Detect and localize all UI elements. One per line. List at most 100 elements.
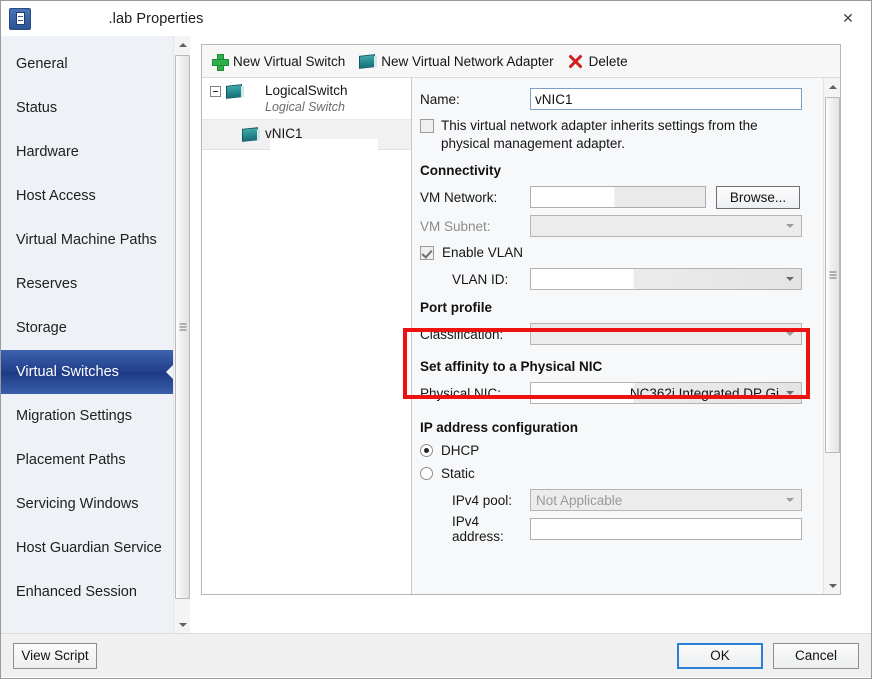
sidebar-item-migration-settings[interactable]: Migration Settings [1,394,174,438]
page-title: .lab Properties [108,10,204,27]
static-radio[interactable] [420,467,433,480]
sidebar-item-virtual-switches[interactable]: Virtual Switches [1,350,175,394]
physical-nic-label: Physical NIC: [420,385,502,401]
ipv4-pool-select[interactable]: Not Applicable [530,489,802,511]
new-virtual-switch-label: New Virtual Switch [233,53,346,69]
sidebar-item-label: Host Access [16,188,96,204]
affinity-header: Set affinity to a Physical NIC [420,359,603,374]
sidebar-item-hardware[interactable]: Hardware [1,130,174,174]
ipv4-address-input[interactable] [530,518,802,540]
enable-vlan-checkbox[interactable] [420,246,434,260]
sidebar-item-label: Enhanced Session [16,584,137,600]
vlan-id-select[interactable] [530,268,802,290]
scroll-down-icon[interactable] [824,577,840,594]
sidebar-item-label: Host Guardian Service [16,540,162,556]
ipv4-pool-value: Not Applicable [536,492,623,508]
properties-window: .lab Properties ✕ General Status Hardwar… [0,0,872,679]
sidebar-item-servicing-windows[interactable]: Servicing Windows [1,482,174,526]
switch-name: LogicalSwitch [265,83,348,98]
virtual-switches-panel: New Virtual Switch New Virtual Network A… [201,44,841,595]
plus-icon [212,53,229,71]
form-scrollbar[interactable] [823,78,840,594]
form-scroll-thumb[interactable] [825,97,840,453]
switch-icon [226,84,242,99]
classification-label: Classification: [420,326,504,342]
sidebar-item-placement-paths[interactable]: Placement Paths [1,438,174,482]
dialog-body: General Status Hardware Host Access Virt… [1,36,871,633]
enable-vlan-row: Enable VLAN [420,244,840,260]
vm-subnet-label: VM Subnet: [420,218,491,234]
sidebar-item-label: Hardware [16,144,79,160]
vm-network-input[interactable] [530,186,706,208]
panel-body: LogicalSwitch Logical Switch vNIC1 Name:… [202,78,840,594]
sidebar-nav-list: General Status Hardware Host Access Virt… [1,36,175,614]
sidebar-item-label: Migration Settings [16,408,133,424]
sidebar-scroll-thumb[interactable] [175,55,190,599]
vm-subnet-select[interactable] [530,215,802,237]
collapse-icon[interactable] [210,86,221,97]
dialog-footer: View Script OK Cancel [1,633,871,677]
connectivity-header: Connectivity [420,163,502,178]
view-script-button[interactable]: View Script [13,642,97,669]
name-input[interactable] [530,88,802,110]
switch-type: Logical Switch [265,100,345,114]
sidebar-item-reserves[interactable]: Reserves [1,262,174,306]
inherit-settings-label: This virtual network adapter inherits se… [441,118,758,151]
name-label: Name: [420,91,460,107]
scroll-up-icon[interactable] [174,36,190,53]
cancel-button[interactable]: Cancel [773,642,859,669]
content-area: New Virtual Switch New Virtual Network A… [191,36,871,633]
sidebar-item-general[interactable]: General [1,42,174,86]
name-row: Name: [420,88,840,110]
browse-button[interactable]: Browse... [716,185,800,209]
classification-select[interactable] [530,323,802,345]
sidebar-item-label: Servicing Windows [16,496,139,512]
new-virtual-switch-button[interactable]: New Virtual Switch [210,52,351,71]
vlan-id-label: VLAN ID: [452,271,509,287]
sidebar-item-label: Status [16,100,58,116]
delete-label: Delete [588,53,628,69]
scroll-up-icon[interactable] [824,78,840,95]
sidebar-item-status[interactable]: Status [1,86,174,130]
physical-nic-select[interactable]: NC362i Integrated DP Gi [530,382,802,404]
sidebar-item-host-access[interactable]: Host Access [1,174,174,218]
footer-actions: OK Cancel [677,642,859,669]
vlan-id-row: VLAN ID: [420,268,840,290]
ipv4-address-row: IPv4 address: [420,514,840,544]
sidebar-item-host-guardian-service[interactable]: Host Guardian Service [1,526,174,570]
dhcp-row: DHCP [420,443,840,458]
ok-button[interactable]: OK [677,642,763,669]
classification-row: Classification: [420,323,840,345]
chevron-down-icon [786,332,794,336]
tree-item-logicalswitch[interactable]: LogicalSwitch Logical Switch [202,78,411,120]
new-virtual-network-adapter-button[interactable]: New Virtual Network Adapter [357,52,559,71]
sidebar: General Status Hardware Host Access Virt… [1,36,191,633]
grip-icon [179,323,186,331]
inherit-settings-row: This virtual network adapter inherits se… [420,117,840,153]
dhcp-label: DHCP [441,443,480,458]
inherit-settings-checkbox[interactable] [420,119,434,133]
sidebar-scrollbar[interactable] [173,36,190,633]
static-row: Static [420,466,840,481]
chevron-down-icon [786,391,794,395]
sidebar-item-storage[interactable]: Storage [1,306,174,350]
chevron-down-icon [786,224,794,228]
vm-network-row: VM Network: Browse... [420,185,840,209]
ipv4-pool-row: IPv4 pool: Not Applicable [420,489,840,511]
delete-x-icon [568,54,583,69]
sidebar-item-label: Storage [16,320,67,336]
scroll-down-icon[interactable] [174,616,190,633]
sidebar-item-virtual-machine-paths[interactable]: Virtual Machine Paths [1,218,174,262]
sidebar-item-enhanced-session[interactable]: Enhanced Session [1,570,174,614]
panel-toolbar: New Virtual Switch New Virtual Network A… [202,45,840,78]
new-adapter-label: New Virtual Network Adapter [381,53,554,69]
ip-config-header: IP address configuration [420,420,579,435]
tooltip-overlay [270,139,378,161]
dhcp-radio[interactable] [420,444,433,457]
sidebar-item-label: Virtual Machine Paths [16,232,157,248]
adapter-icon [242,126,258,142]
vm-network-label: VM Network: [420,189,498,205]
static-label: Static [441,466,475,481]
close-icon[interactable]: ✕ [825,1,871,35]
delete-button[interactable]: Delete [566,52,634,71]
